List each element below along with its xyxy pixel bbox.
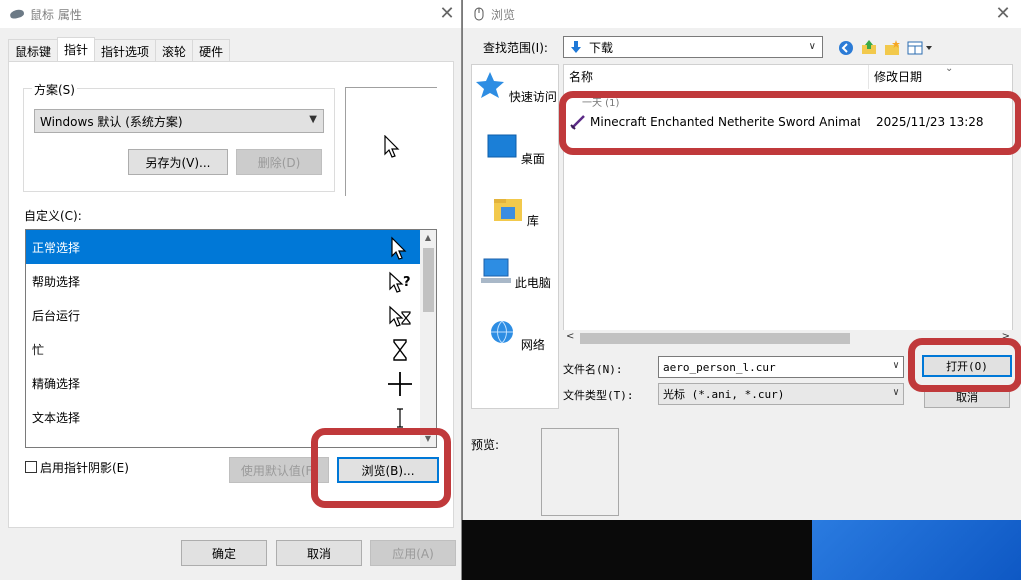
- nav-item-label: 快速访问: [508, 90, 557, 104]
- cursor-item-busy[interactable]: 忙: [26, 332, 421, 366]
- library-folder-icon: [494, 199, 523, 221]
- apply-button[interactable]: 应用(A): [370, 540, 456, 566]
- list-item-label: 精确选择: [32, 376, 81, 391]
- pointer-shadow-checkbox[interactable]: [25, 461, 37, 473]
- arrow-cursor-icon: [391, 236, 407, 260]
- tab-hardware[interactable]: 硬件: [192, 39, 231, 61]
- nav-libraries[interactable]: 库: [472, 195, 560, 229]
- mouse-close-button[interactable]: ✕: [437, 4, 457, 24]
- scroll-left-icon[interactable]: <: [566, 331, 574, 342]
- navigation-pane: 快速访问 桌面 库 此电脑 网络: [471, 64, 559, 409]
- hourglass-icon: [393, 339, 407, 361]
- chevron-down-icon: ∨: [892, 387, 899, 398]
- mouse-properties-window: 鼠标 属性 ✕ 鼠标键 指针 指针选项 滚轮 硬件 方案(S) Windows …: [0, 0, 462, 580]
- list-item-label: 帮助选择: [32, 274, 81, 289]
- download-arrow-icon: [571, 41, 581, 53]
- cursor-list-scrollbar[interactable]: ▲ ▼: [420, 230, 436, 447]
- sort-chevron-icon: ⌄: [945, 64, 954, 74]
- ok-button[interactable]: 确定: [181, 540, 267, 566]
- cursor-item-precision[interactable]: 精确选择: [26, 366, 421, 400]
- cursor-preview-box: [345, 87, 437, 196]
- working-in-background-icon: [389, 305, 411, 327]
- computer-icon: [481, 258, 512, 283]
- nav-desktop[interactable]: 桌面: [472, 133, 560, 167]
- scheme-select[interactable]: Windows 默认 (系统方案) ▼: [34, 109, 324, 133]
- arrow-cursor-icon: [384, 135, 400, 158]
- filetype-label: 文件类型(T):: [563, 389, 634, 402]
- nav-item-label: 网络: [520, 338, 545, 352]
- preview-label: 预览:: [471, 438, 500, 452]
- scheme-group: 方案(S) Windows 默认 (系统方案) ▼ 另存为(V)... 删除(D…: [23, 81, 335, 192]
- browse-titlebar: 浏览: [463, 0, 1021, 28]
- list-item-label: 后台运行: [32, 308, 81, 323]
- chevron-down-icon: ∨: [892, 360, 899, 371]
- help-cursor-icon: ?: [389, 271, 411, 293]
- preview-frame: [541, 428, 619, 516]
- nav-this-pc[interactable]: 此电脑: [472, 257, 560, 291]
- network-globe-icon: [491, 320, 514, 344]
- chevron-down-icon: ▼: [309, 114, 317, 125]
- new-folder-icon[interactable]: [884, 40, 900, 56]
- scheme-selected-value: Windows 默认 (系统方案): [40, 114, 183, 129]
- nav-item-label: 桌面: [520, 152, 545, 166]
- browse-dialog: 浏览 ✕ 查找范围(I): 下载 ∨ 快速访问 桌面 库 此电脑 网络 名称 修…: [462, 0, 1021, 520]
- file-highlight-annotation: [559, 91, 1021, 155]
- filename-input[interactable]: aero_person_l.cur ∨: [658, 356, 904, 378]
- mouse-window-title: 鼠标 属性: [30, 7, 82, 22]
- scroll-up-icon[interactable]: ▲: [420, 230, 436, 246]
- browse-dialog-title: 浏览: [491, 7, 516, 22]
- nav-item-label: 此电脑: [514, 276, 551, 290]
- text-beam-icon: [397, 408, 403, 428]
- list-item-label: 忙: [32, 342, 45, 357]
- look-in-value: 下载: [589, 40, 614, 55]
- column-header-name[interactable]: 名称: [564, 65, 869, 89]
- nav-quick-access[interactable]: 快速访问: [472, 71, 560, 105]
- desktop-wallpaper: [812, 520, 1021, 580]
- customize-label: 自定义(C):: [24, 209, 82, 223]
- desktop-icon: [487, 134, 517, 158]
- cursor-item-normal[interactable]: 正常选择: [26, 230, 421, 264]
- crosshair-icon: [388, 372, 412, 396]
- cursor-item-background[interactable]: 后台运行: [26, 298, 421, 332]
- nav-item-label: 库: [526, 214, 539, 228]
- nav-network[interactable]: 网络: [472, 319, 560, 353]
- filename-value: aero_person_l.cur: [663, 360, 776, 374]
- browse-close-button[interactable]: ✕: [993, 4, 1013, 24]
- view-menu-icon[interactable]: [907, 40, 935, 56]
- chevron-down-icon: ∨: [808, 41, 816, 52]
- back-icon[interactable]: [838, 40, 854, 56]
- delete-button[interactable]: 删除(D): [236, 149, 322, 175]
- mouse-icon: [9, 8, 25, 20]
- tab-wheel[interactable]: 滚轮: [155, 39, 194, 61]
- browse-highlight-annotation: [311, 428, 451, 508]
- save-as-button[interactable]: 另存为(V)...: [128, 149, 228, 175]
- filename-label: 文件名(N):: [563, 363, 623, 376]
- tab-pointer-options[interactable]: 指针选项: [94, 39, 157, 61]
- tab-buttons[interactable]: 鼠标键: [8, 39, 59, 61]
- hscroll-thumb[interactable]: [580, 333, 850, 344]
- scheme-group-label: 方案(S): [32, 81, 77, 98]
- column-header-modified[interactable]: 修改日期: [869, 65, 1012, 89]
- star-icon: [476, 72, 505, 98]
- pointer-shadow-label: 启用指针阴影(E): [40, 461, 129, 475]
- list-item-label: 正常选择: [32, 240, 81, 255]
- up-folder-icon[interactable]: [861, 39, 877, 55]
- desktop-background: [462, 520, 812, 580]
- open-highlight-annotation: [908, 338, 1021, 392]
- mouse-titlebar: 鼠标 属性: [0, 0, 461, 28]
- mouse-tabs: 鼠标键 指针 指针选项 滚轮 硬件: [8, 37, 231, 61]
- look-in-label: 查找范围(I):: [483, 41, 548, 55]
- filetype-select[interactable]: 光标 (*.ani, *.cur) ∨: [658, 383, 904, 405]
- filetype-value: 光标 (*.ani, *.cur): [663, 388, 785, 401]
- cursor-list: 正常选择 帮助选择 ? 后台运行 忙 精确选择 文本选择 ▲ ▼: [25, 229, 437, 448]
- tab-pointers[interactable]: 指针: [57, 37, 96, 61]
- look-in-select[interactable]: 下载 ∨: [563, 36, 823, 58]
- list-item-label: 文本选择: [32, 410, 81, 425]
- cancel-button[interactable]: 取消: [276, 540, 362, 566]
- mouse-icon: [474, 7, 484, 21]
- svg-text:?: ?: [403, 275, 411, 290]
- cursor-item-help[interactable]: 帮助选择 ?: [26, 264, 421, 298]
- scroll-thumb[interactable]: [423, 248, 434, 312]
